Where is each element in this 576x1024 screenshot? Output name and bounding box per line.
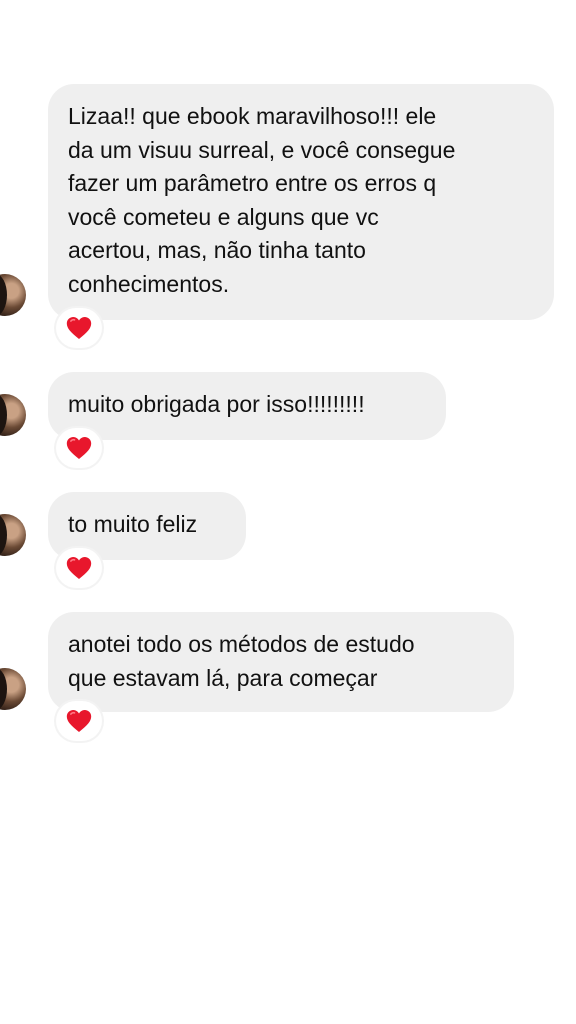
- heart-icon: [66, 437, 92, 459]
- chat-screen: Lizaa!! que ebook maravilhoso!!! ele da …: [0, 0, 576, 1024]
- message-text-line: você cometeu e alguns que vc: [68, 203, 379, 230]
- message-text-line: to muito feliz: [68, 511, 198, 537]
- message-text-line: que estavam lá, para começar: [68, 664, 378, 691]
- heart-reaction[interactable]: [56, 548, 102, 588]
- message-text-line: anotei todo os métodos de estudo: [68, 631, 415, 657]
- heart-reaction[interactable]: [56, 701, 102, 741]
- message-text-line: da um visuu surreal, e você consegue: [68, 136, 456, 163]
- message-text-line: fazer um parâmetro entre os erros q: [68, 170, 437, 196]
- message-bubble[interactable]: anotei todo os métodos de estudo que est…: [48, 612, 514, 712]
- sender-avatar[interactable]: [0, 394, 26, 436]
- message-bubble[interactable]: Lizaa!! que ebook maravilhoso!!! ele da …: [48, 84, 554, 320]
- heart-reaction[interactable]: [56, 308, 102, 348]
- message-text-line: muito obrigada por isso!!!!!!!!!: [68, 391, 365, 417]
- heart-icon: [66, 710, 92, 732]
- message-bubble[interactable]: muito obrigada por isso!!!!!!!!!: [48, 372, 446, 440]
- heart-icon: [66, 317, 92, 339]
- message-text-line: Lizaa!! que ebook maravilhoso!!! ele: [68, 103, 437, 129]
- sender-avatar[interactable]: [0, 668, 26, 710]
- heart-icon: [66, 557, 92, 579]
- heart-reaction[interactable]: [56, 428, 102, 468]
- message-text-line: conhecimentos.: [68, 270, 230, 297]
- sender-avatar[interactable]: [0, 274, 26, 316]
- sender-avatar[interactable]: [0, 514, 26, 556]
- message-text-line: acertou, mas, não tinha tanto: [68, 237, 366, 263]
